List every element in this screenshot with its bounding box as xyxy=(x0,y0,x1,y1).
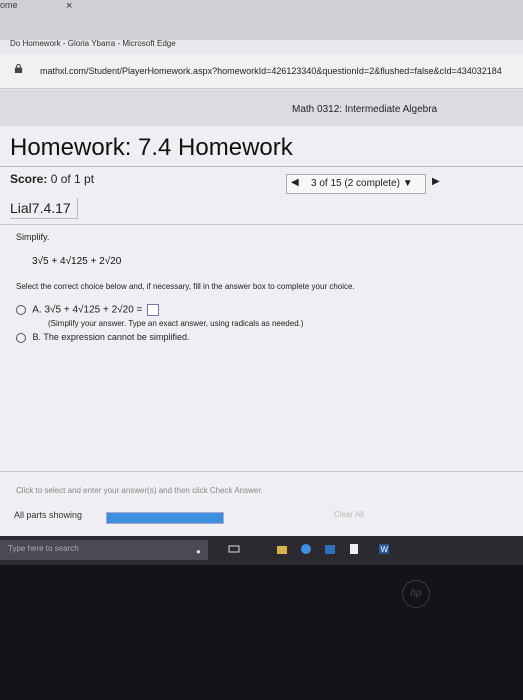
course-bar: Math 0312: Intermediate Algebra xyxy=(0,90,523,126)
answer-input[interactable] xyxy=(147,304,160,316)
window-title: Do Homework - Gloria Ybarra - Microsoft … xyxy=(10,39,176,48)
tab-previous[interactable]: ome xyxy=(0,0,18,10)
taskbar-search-input[interactable]: Type here to search ● xyxy=(0,540,208,560)
hp-logo: hp xyxy=(402,580,430,608)
option-b-radio[interactable] xyxy=(16,332,26,343)
url-text[interactable]: mathxl.com/Student/PlayerHomework.aspx?h… xyxy=(40,66,502,76)
course-title: Math 0312: Intermediate Algebra xyxy=(292,104,438,115)
parts-progress-bar xyxy=(106,512,224,524)
previous-question-icon[interactable]: ◀ xyxy=(291,177,299,188)
divider xyxy=(0,166,523,167)
file-explorer-icon[interactable] xyxy=(276,543,288,555)
score: Score: 0 of 1 pt xyxy=(10,172,94,186)
store-icon[interactable] xyxy=(324,543,336,555)
task-view-icon[interactable] xyxy=(228,543,240,555)
svg-text:W: W xyxy=(381,545,389,554)
option-a[interactable]: A. 3√5 + 4√125 + 2√20 = xyxy=(16,304,160,316)
clear-all-button[interactable]: Clear All xyxy=(334,510,364,519)
homework-panel: Homework: 7.4 Homework Score: 0 of 1 pt … xyxy=(0,126,523,536)
address-bar[interactable]: mathxl.com/Student/PlayerHomework.aspx?h… xyxy=(0,54,523,89)
taskbar: Type here to search ● W xyxy=(0,536,523,565)
question-status-dropdown[interactable]: 3 of 15 (2 complete) ▼ xyxy=(311,178,413,189)
parts-progress-fill xyxy=(107,513,223,523)
score-value: 0 of 1 pt xyxy=(50,172,95,186)
question-navigator[interactable]: ◀ 3 of 15 (2 complete) ▼ xyxy=(286,174,426,194)
option-a-label: A. xyxy=(32,304,42,316)
question-id: Lial7.4.17 xyxy=(10,198,78,219)
calculator-icon[interactable] xyxy=(348,543,360,555)
option-a-radio[interactable] xyxy=(16,305,26,315)
question-instruction: Select the correct choice below and, if … xyxy=(16,282,355,291)
lock-icon xyxy=(14,64,23,73)
option-b-text: The expression cannot be simplified. xyxy=(43,332,190,342)
option-b[interactable]: B. The expression cannot be simplified. xyxy=(16,332,189,343)
word-icon[interactable]: W xyxy=(378,543,390,555)
all-parts-showing-label: All parts showing xyxy=(14,510,83,520)
question-prompt: Simplify. xyxy=(16,232,50,242)
instruction-message: Click to select and enter your answer(s)… xyxy=(16,486,263,495)
laptop-bezel xyxy=(0,565,523,700)
next-question-icon[interactable]: ▶ xyxy=(432,176,440,187)
screen: ome × Do Homework - Gloria Ybarra - Micr… xyxy=(0,0,523,565)
tab-strip: ome × xyxy=(0,0,523,40)
option-b-label: B. xyxy=(32,332,42,342)
divider xyxy=(0,224,523,225)
microphone-icon[interactable]: ● xyxy=(196,547,201,556)
option-a-expression: 3√5 + 4√125 + 2√20 = xyxy=(44,304,143,316)
edge-icon[interactable] xyxy=(300,543,312,555)
question-expression: 3√5 + 4√125 + 2√20 xyxy=(32,256,122,267)
search-placeholder: Type here to search xyxy=(8,544,79,553)
score-label: Score: xyxy=(10,172,48,186)
divider xyxy=(0,471,523,472)
page-title: Homework: 7.4 Homework xyxy=(10,134,293,161)
tab-close-icon[interactable]: × xyxy=(66,0,72,12)
option-a-hint: (Simplify your answer. Type an exact ans… xyxy=(48,319,304,328)
